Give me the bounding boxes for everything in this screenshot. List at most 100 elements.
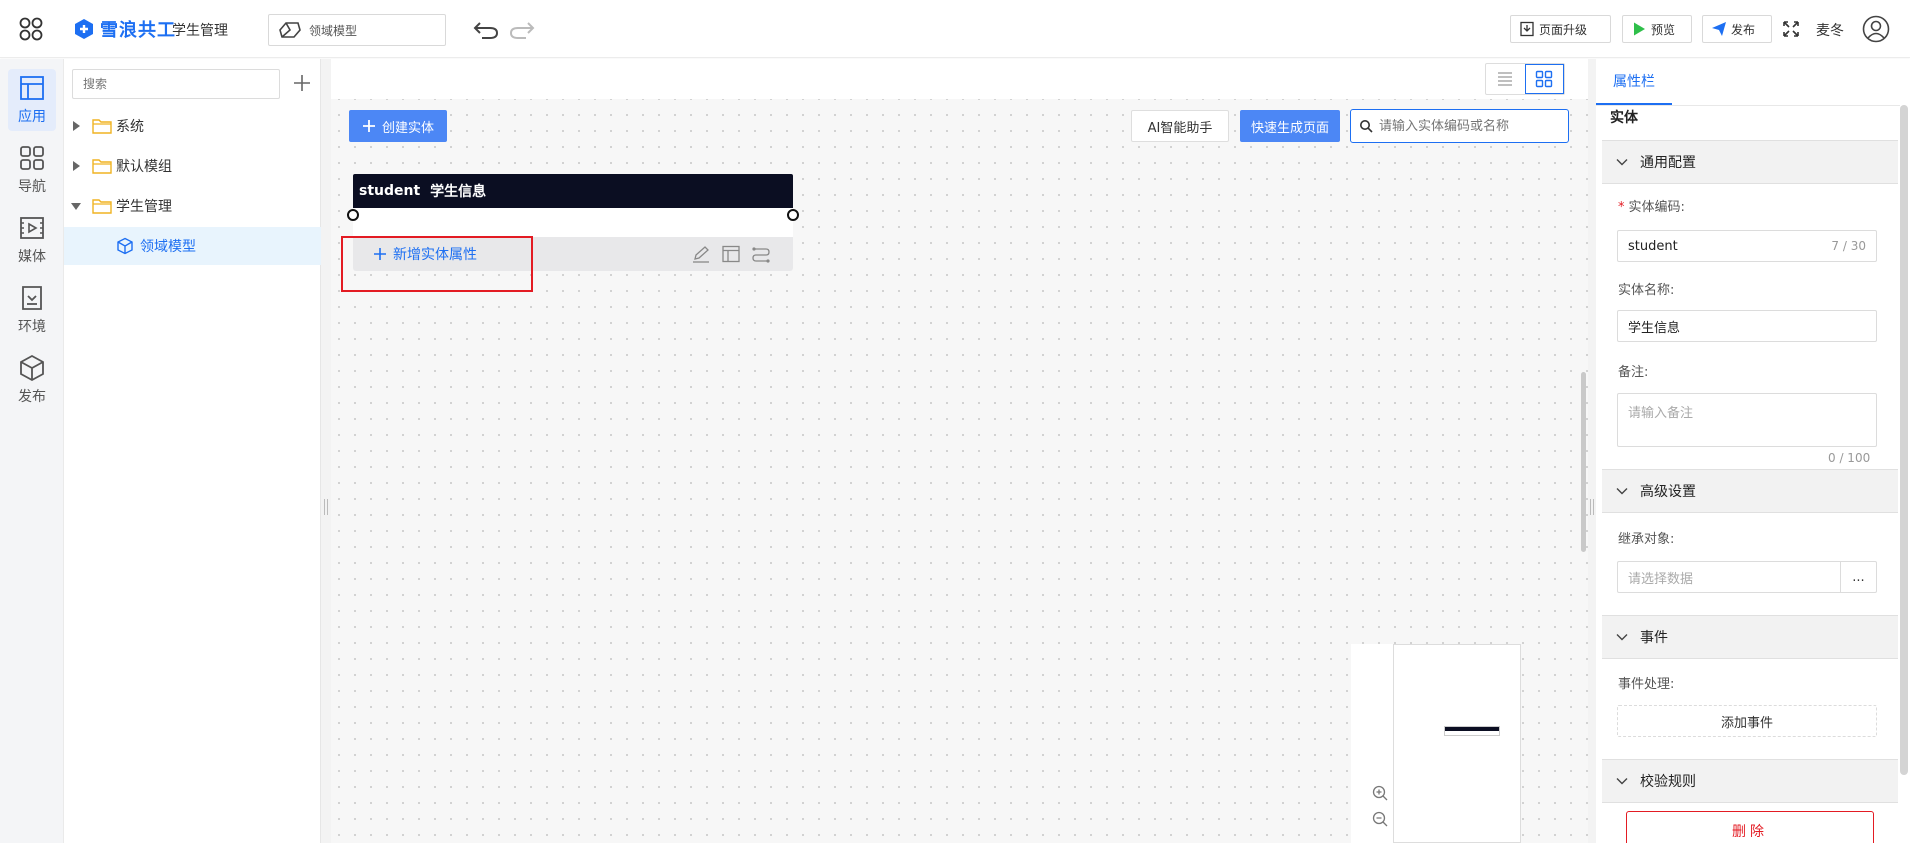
add-event-button[interactable]: 添加事件 bbox=[1617, 705, 1877, 737]
event-handler-label: 事件处理: bbox=[1618, 677, 1675, 692]
tree-item-domain-model[interactable]: 领域模型 bbox=[64, 227, 321, 265]
layout-icon[interactable] bbox=[721, 245, 741, 263]
app-menu-icon[interactable] bbox=[18, 16, 44, 42]
highlight-annotation bbox=[341, 236, 533, 292]
splitter-grip[interactable] bbox=[324, 499, 328, 515]
entity-name-input[interactable]: 学生信息 bbox=[1617, 310, 1877, 342]
cube-icon bbox=[20, 354, 44, 382]
zoom-out-icon[interactable] bbox=[1371, 810, 1389, 828]
quick-generate-page-button[interactable]: 快速生成页面 bbox=[1240, 110, 1340, 142]
app-layout-icon bbox=[20, 76, 44, 100]
relation-icon[interactable] bbox=[751, 245, 771, 263]
caret-right-icon[interactable] bbox=[70, 160, 82, 172]
nav-item-publish[interactable]: 发布 bbox=[8, 349, 56, 411]
remark-placeholder: 请输入备注 bbox=[1628, 406, 1694, 421]
send-icon bbox=[1712, 22, 1726, 36]
ai-assistant-button[interactable]: AI智能助手 bbox=[1131, 110, 1229, 142]
nav-label-app: 应用 bbox=[18, 109, 46, 125]
entity-code-input[interactable]: student 7 / 30 bbox=[1617, 230, 1877, 262]
tab-properties[interactable]: 属性栏 bbox=[1596, 59, 1672, 105]
entity-search-input[interactable] bbox=[1379, 118, 1559, 134]
entity-card-header[interactable]: student 学生信息 bbox=[353, 174, 793, 208]
tree-item-system[interactable]: 系统 bbox=[64, 107, 321, 145]
tree-item-default-module[interactable]: 默认模组 bbox=[64, 147, 321, 185]
left-connector-handle[interactable] bbox=[347, 209, 359, 221]
props-scrollbar[interactable] bbox=[1900, 105, 1908, 775]
add-icon[interactable] bbox=[290, 71, 314, 95]
section-advanced-label: 高级设置 bbox=[1640, 484, 1696, 500]
user-avatar-icon[interactable] bbox=[1862, 15, 1890, 43]
inherit-more-button[interactable]: ... bbox=[1840, 562, 1876, 592]
app-name: 学生管理 bbox=[172, 23, 228, 39]
entity-name: 学生信息 bbox=[430, 184, 487, 200]
remark-textarea[interactable]: 请输入备注 bbox=[1617, 393, 1877, 447]
undo-icon[interactable] bbox=[472, 18, 500, 40]
nav-item-navigation[interactable]: 导航 bbox=[8, 139, 56, 201]
create-entity-button[interactable]: 创建实体 bbox=[349, 110, 447, 142]
redo-icon[interactable] bbox=[508, 18, 536, 40]
search-icon bbox=[1360, 120, 1373, 133]
delete-button[interactable]: 删除 bbox=[1626, 811, 1874, 843]
grid-icon bbox=[1536, 70, 1553, 88]
caret-right-icon[interactable] bbox=[70, 120, 82, 132]
minimap-viewport[interactable] bbox=[1393, 644, 1521, 843]
media-icon bbox=[20, 217, 44, 239]
entity-name-value: 学生信息 bbox=[1628, 320, 1681, 336]
nav-item-media[interactable]: 媒体 bbox=[8, 209, 56, 271]
inherit-label: 继承对象: bbox=[1618, 532, 1675, 547]
entity-name-label: 实体名称: bbox=[1618, 283, 1675, 298]
view-toggle bbox=[1485, 63, 1565, 95]
tree-search-input[interactable] bbox=[72, 69, 280, 99]
nav-item-environment[interactable]: 环境 bbox=[8, 279, 56, 341]
edit-icon[interactable] bbox=[691, 245, 711, 263]
entity-search-box[interactable] bbox=[1350, 109, 1569, 143]
tab-properties-label: 属性栏 bbox=[1613, 74, 1655, 90]
section-validation[interactable]: 校验规则 bbox=[1602, 759, 1898, 803]
entity-code-label: * 实体编码: bbox=[1618, 200, 1685, 215]
zoom-in-icon[interactable] bbox=[1371, 784, 1389, 802]
remark-count: 0 / 100 bbox=[1828, 451, 1871, 465]
splitter-grip[interactable] bbox=[1590, 499, 1594, 515]
tree-item-student-management[interactable]: 学生管理 bbox=[64, 187, 321, 225]
section-events[interactable]: 事件 bbox=[1602, 615, 1898, 659]
section-general[interactable]: 通用配置 bbox=[1602, 140, 1898, 184]
upgrade-icon bbox=[1520, 21, 1534, 37]
username[interactable]: 麦冬 bbox=[1816, 20, 1844, 40]
nav-item-app[interactable]: 应用 bbox=[8, 69, 56, 131]
nav-label-navigation: 导航 bbox=[18, 179, 46, 195]
folder-icon bbox=[92, 159, 112, 174]
minimap[interactable] bbox=[1351, 644, 1521, 843]
add-event-label: 添加事件 bbox=[1720, 715, 1773, 731]
nav-label-media: 媒体 bbox=[18, 249, 46, 265]
section-validation-label: 校验规则 bbox=[1640, 774, 1696, 790]
right-connector-handle[interactable] bbox=[787, 209, 799, 221]
page-upgrade-button[interactable]: 页面升级 bbox=[1510, 15, 1611, 43]
preview-label: 预览 bbox=[1651, 22, 1676, 37]
fullscreen-icon[interactable] bbox=[1782, 20, 1800, 38]
canvas-scrollbar[interactable] bbox=[1581, 372, 1586, 552]
grid-icon bbox=[20, 146, 44, 170]
tree-item-label: 默认模组 bbox=[116, 159, 172, 175]
preview-button[interactable]: 预览 bbox=[1622, 15, 1692, 43]
cube-icon bbox=[117, 237, 133, 255]
publish-button[interactable]: 发布 bbox=[1702, 15, 1772, 43]
section-general-label: 通用配置 bbox=[1640, 155, 1696, 171]
inherit-select[interactable]: 请选择数据 ... bbox=[1617, 561, 1877, 593]
nav-label-publish: 发布 bbox=[18, 389, 46, 405]
tree-splitter[interactable] bbox=[321, 59, 331, 843]
props-splitter[interactable] bbox=[1588, 59, 1596, 843]
entity-code-value: student bbox=[1628, 238, 1678, 254]
model-select[interactable]: 领域模型 bbox=[268, 14, 446, 46]
section-advanced[interactable]: 高级设置 bbox=[1602, 469, 1898, 513]
list-view-button[interactable] bbox=[1486, 64, 1525, 94]
section-events-label: 事件 bbox=[1640, 630, 1668, 646]
list-icon bbox=[1498, 72, 1513, 86]
logo-mark-icon bbox=[75, 19, 93, 39]
grid-view-button[interactable] bbox=[1524, 64, 1564, 94]
caret-down-icon[interactable] bbox=[70, 200, 82, 212]
environment-icon bbox=[22, 286, 42, 310]
model-canvas[interactable]: 创建实体 AI智能助手 快速生成页面 student 学生信息 新增实体属性 bbox=[331, 59, 1588, 843]
chevron-down-icon bbox=[1616, 778, 1628, 785]
required-mark: * bbox=[1618, 200, 1625, 215]
entity-code-count: 7 / 30 bbox=[1831, 239, 1866, 253]
